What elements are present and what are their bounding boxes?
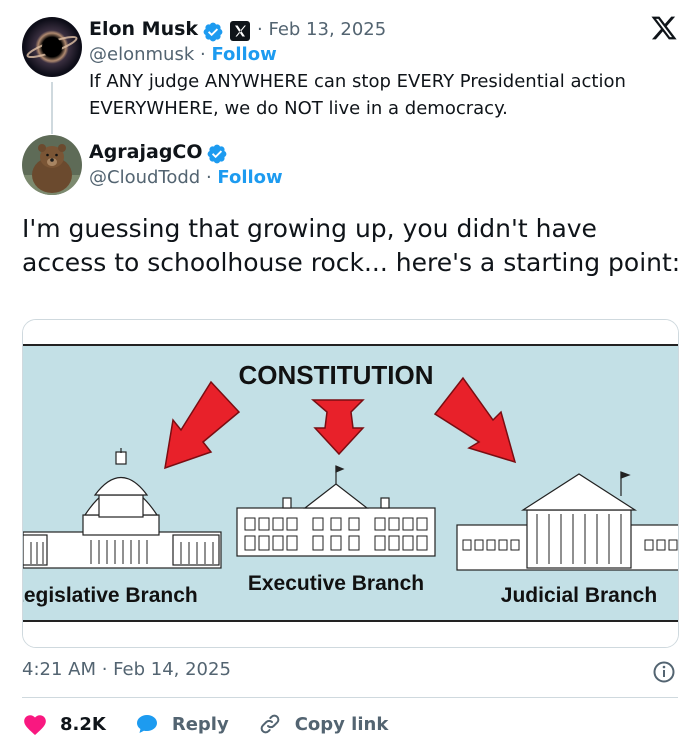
author-name[interactable]: AgrajagCO — [89, 141, 203, 163]
author-handle-row: @CloudTodd · Follow — [89, 167, 283, 188]
reply-bubble-icon — [136, 715, 157, 733]
copy-link-button[interactable]: Copy link — [257, 712, 389, 736]
quoted-handle-row: @elonmusk · Follow — [89, 44, 277, 65]
branches-diagram: CONSTITUTION Legislative Branch Executiv… — [23, 320, 678, 647]
quoted-handle[interactable]: @elonmusk — [89, 44, 194, 65]
action-bar: 8.2K Reply Copy link — [22, 708, 416, 740]
like-count: 8.2K — [60, 713, 106, 735]
divider — [22, 697, 678, 698]
verified-badge-icon — [203, 22, 223, 42]
quoted-date[interactable]: · Feb 13, 2025 — [257, 19, 386, 40]
thread-connector — [51, 82, 53, 134]
follow-button-agrajag[interactable]: Follow — [217, 167, 282, 188]
legislative-label: Legislative Branch — [23, 584, 198, 607]
agrajag-avatar[interactable] — [22, 135, 82, 195]
tweet-text: I'm guessing that growing up, you didn't… — [22, 214, 681, 277]
executive-label: Executive Branch — [248, 572, 424, 595]
quoted-author-name[interactable]: Elon Musk — [89, 18, 198, 40]
reply-label: Reply — [171, 713, 229, 735]
link-icon — [260, 714, 280, 734]
info-icon[interactable] — [652, 660, 676, 684]
tweet-media-image[interactable]: CONSTITUTION Legislative Branch Executiv… — [22, 319, 679, 648]
author-handle[interactable]: @CloudTodd — [89, 167, 200, 188]
x-affiliate-icon — [230, 21, 250, 41]
constitution-title: CONSTITUTION — [239, 360, 434, 390]
like-button[interactable]: 8.2K — [22, 712, 106, 736]
quoted-tweet-text: If ANY judge ANYWHERE can stop EVERY Pre… — [89, 71, 626, 119]
copy-link-label: Copy link — [294, 713, 389, 735]
heart-icon — [24, 715, 46, 736]
x-logo-icon[interactable] — [650, 14, 678, 42]
tweet-timestamp[interactable]: 4:21 AM · Feb 14, 2025 — [22, 659, 231, 680]
elon-avatar[interactable] — [22, 17, 82, 77]
verified-badge-icon — [207, 144, 227, 164]
follow-button-elon[interactable]: Follow — [211, 44, 276, 65]
judicial-label: Judicial Branch — [501, 584, 657, 607]
reply-button[interactable]: Reply — [134, 712, 229, 736]
